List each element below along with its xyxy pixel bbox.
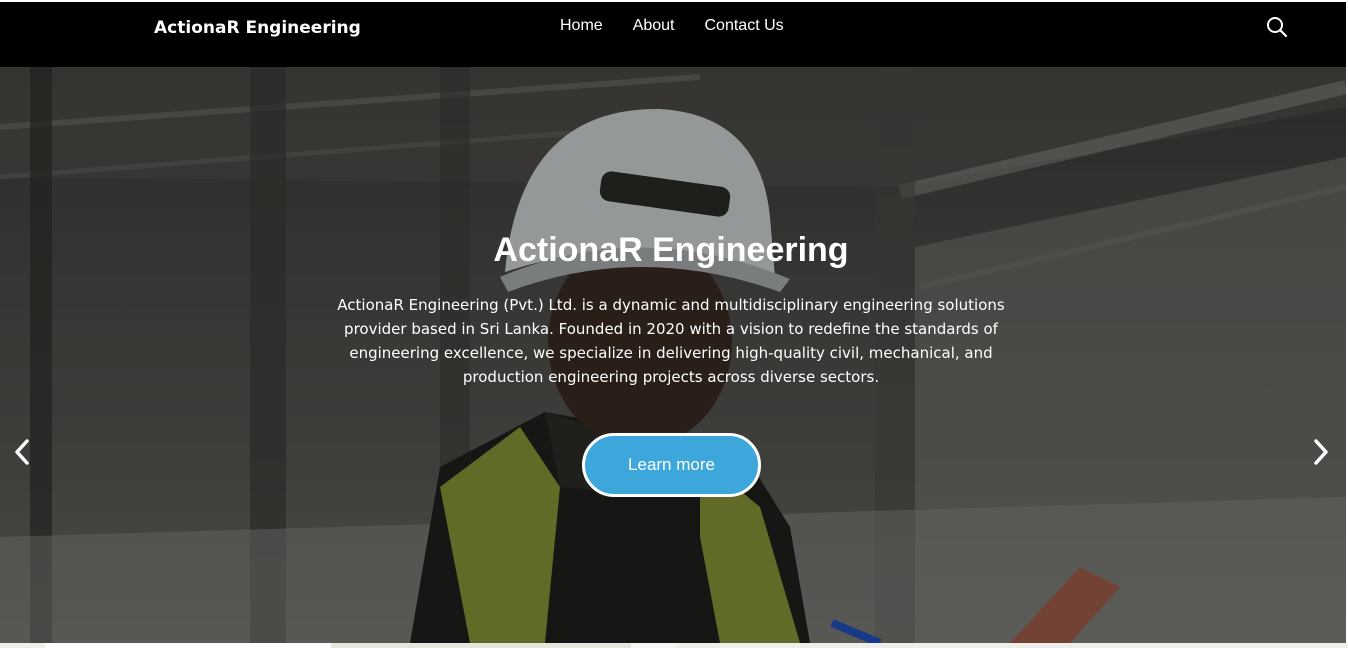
chevron-right-icon[interactable] bbox=[1311, 437, 1331, 467]
hero-content: ActionaR Engineering ActionaR Engineerin… bbox=[300, 227, 1042, 389]
nav-link-contact-us[interactable]: Contact Us bbox=[705, 17, 784, 35]
next-section-card bbox=[45, 643, 331, 648]
next-section-peek bbox=[0, 643, 1348, 648]
brand-logo-text[interactable]: ActionaR Engineering bbox=[154, 18, 361, 38]
learn-more-button[interactable]: Learn more bbox=[582, 433, 761, 497]
nav-links: Home About Contact Us bbox=[560, 17, 784, 35]
hero-description: ActionaR Engineering (Pvt.) Ltd. is a dy… bbox=[337, 296, 1005, 386]
next-section-gap bbox=[631, 643, 676, 648]
hero-title: ActionaR Engineering bbox=[493, 231, 849, 269]
navbar: ActionaR Engineering Home About Contact … bbox=[0, 2, 1346, 67]
chevron-left-icon[interactable] bbox=[12, 437, 32, 467]
nav-link-home[interactable]: Home bbox=[560, 17, 603, 35]
next-section-image bbox=[331, 643, 631, 648]
hero-carousel: ActionaR Engineering ActionaR Engineerin… bbox=[0, 67, 1346, 643]
nav-link-about[interactable]: About bbox=[633, 17, 675, 35]
search-icon[interactable] bbox=[1265, 15, 1289, 39]
